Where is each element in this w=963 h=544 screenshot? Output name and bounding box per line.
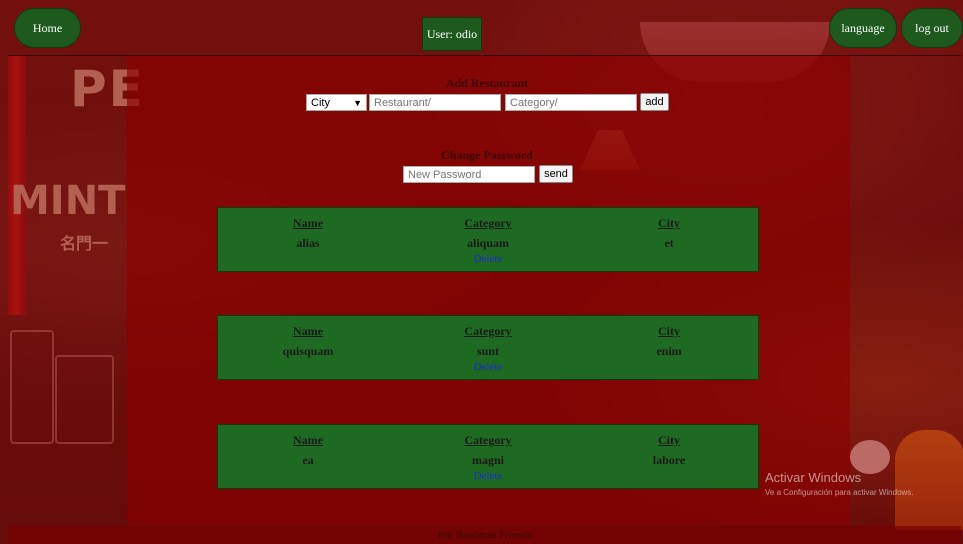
city-select-value: City — [311, 96, 330, 109]
category-header: Category — [464, 324, 512, 338]
restaurant-city: et — [664, 236, 674, 250]
home-button[interactable]: Home — [14, 8, 81, 48]
name-header: Name — [293, 433, 323, 447]
windows-activation-watermark: Activar Windows Ve a Configuración para … — [765, 470, 914, 497]
watermark-subtitle: Ve a Configuración para activar Windows. — [765, 488, 914, 497]
name-header: Name — [293, 216, 323, 230]
language-button[interactable]: language — [829, 8, 897, 48]
restaurant-city: enim — [656, 344, 682, 358]
city-header: City — [658, 324, 680, 338]
city-select[interactable]: City ▼ — [306, 94, 367, 111]
name-header: Name — [293, 324, 323, 338]
chevron-down-icon: ▼ — [353, 97, 362, 108]
city-header: City — [658, 216, 680, 230]
restaurant-category: aliquam — [466, 236, 509, 250]
add-restaurant-title: Add Restaurant — [445, 76, 529, 90]
restaurant-category: sunt — [476, 344, 499, 358]
change-password-title: Change Password — [441, 148, 533, 162]
new-password-input[interactable] — [403, 166, 535, 183]
delete-link[interactable]: Delete — [218, 253, 758, 265]
restaurant-card: Name Category City alias aliquam et Dele… — [217, 207, 759, 272]
send-button[interactable]: send — [539, 165, 573, 183]
restaurant-name: ea — [302, 453, 314, 467]
city-header: City — [658, 433, 680, 447]
restaurant-category: magni — [471, 453, 504, 467]
delete-link[interactable]: Delete — [218, 361, 758, 373]
restaurant-name: alias — [296, 236, 320, 250]
category-header: Category — [464, 216, 512, 230]
restaurant-card: Name Category City quisquam sunt enim De… — [217, 315, 759, 380]
restaurant-input[interactable] — [369, 94, 501, 111]
restaurant-city: labore — [652, 453, 686, 467]
delete-link[interactable]: Delete — [218, 470, 758, 482]
restaurant-card: Name Category City ea magni labore Delet… — [217, 424, 759, 489]
add-button[interactable]: add — [640, 93, 669, 111]
category-header: Category — [464, 433, 512, 447]
watermark-title: Activar Windows — [765, 470, 862, 485]
top-navbar — [8, 10, 961, 56]
logout-button[interactable]: log out — [901, 8, 963, 48]
restaurant-name: quisquam — [282, 344, 334, 358]
user-badge: User: odio — [422, 17, 482, 51]
footer: Jim Banderas Friends — [8, 526, 961, 544]
category-input[interactable] — [505, 94, 637, 111]
